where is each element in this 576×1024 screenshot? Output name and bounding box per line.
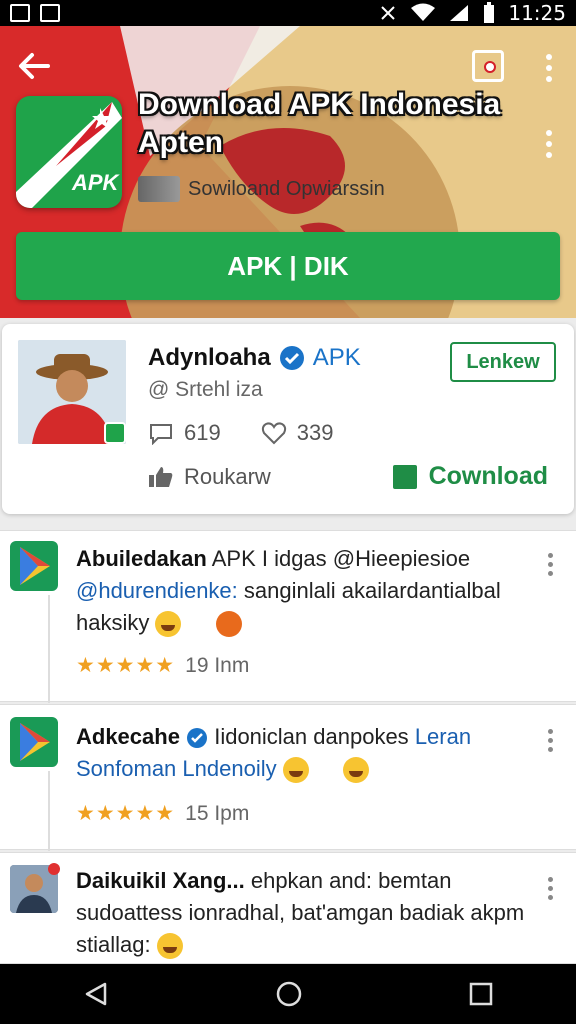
profile-actions: Roukarw Cownload bbox=[148, 462, 548, 491]
laughing-emoji-icon bbox=[282, 757, 309, 784]
post-meta: ★★★★★ 19 Inm bbox=[76, 653, 249, 678]
post-text: Daikuikil Xang... ehpkan and: bemtan sud… bbox=[76, 865, 536, 961]
overflow-menu-icon[interactable] bbox=[544, 54, 554, 82]
post-menu-icon[interactable] bbox=[546, 877, 554, 900]
app-title: Download APK Indonesia Apten bbox=[138, 88, 501, 159]
image-notification-icon bbox=[40, 4, 60, 22]
profile-card: Adynloaha APK @ Srtehl iza 619 339 Lenke… bbox=[2, 324, 574, 514]
feed-post[interactable]: Daikuikil Xang... ehpkan and: bemtan sud… bbox=[0, 852, 576, 964]
profile-tag: APK bbox=[312, 344, 361, 371]
battery-icon bbox=[484, 2, 495, 23]
wifi-icon bbox=[411, 3, 436, 21]
nav-back-icon[interactable] bbox=[83, 981, 109, 1007]
app-subtitle-row: Sowiloand Opwiarssin bbox=[138, 176, 385, 202]
profile-name: Adynloaha bbox=[148, 344, 271, 371]
nav-home-icon[interactable] bbox=[275, 980, 303, 1008]
app-icon-label: APK bbox=[72, 170, 119, 195]
post-text: Adkecahe Iidoniclan danpokes Leran Sonfo… bbox=[76, 721, 536, 785]
grinning-emoji-icon bbox=[342, 757, 369, 784]
like-action-label: Roukarw bbox=[184, 463, 271, 489]
notification-badge-icon bbox=[48, 863, 60, 875]
signal-icon bbox=[450, 5, 469, 21]
post-body: APK I idgas @Hieepiesioe bbox=[211, 546, 471, 571]
post-meta: ★★★★★ 15 Ipm bbox=[76, 801, 249, 826]
navigation-bar bbox=[0, 964, 576, 1024]
follow-button[interactable]: Lenkew bbox=[450, 342, 556, 382]
play-store-icon bbox=[10, 541, 58, 591]
profile-handle: @ Srtehl iza bbox=[148, 378, 263, 401]
app-header: APK Download APK Indonesia Apten Sowiloa… bbox=[0, 26, 576, 318]
post-menu-icon[interactable] bbox=[546, 553, 554, 576]
play-store-icon bbox=[10, 717, 58, 767]
verified-icon bbox=[187, 728, 208, 749]
rating-stars: ★★★★★ bbox=[76, 802, 176, 825]
post-author[interactable]: Adkecahe bbox=[76, 724, 180, 749]
thread-line bbox=[48, 771, 50, 851]
thumbs-up-icon bbox=[149, 466, 173, 487]
feed-post[interactable]: Adkecahe Iidoniclan danpokes Leran Sonfo… bbox=[0, 704, 576, 851]
post-mention[interactable]: @hdurendienke: bbox=[76, 578, 238, 603]
heart-icon bbox=[261, 422, 286, 445]
back-arrow-icon[interactable] bbox=[14, 46, 54, 86]
post-body: Iidoniclan danpokes bbox=[214, 724, 409, 749]
notification-icon bbox=[10, 4, 30, 22]
app-icon[interactable]: APK bbox=[16, 96, 122, 208]
likes-count: 339 bbox=[296, 420, 334, 445]
grinning-emoji-icon bbox=[156, 933, 183, 960]
rating-stars: ★★★★★ bbox=[76, 654, 176, 677]
verified-app-badge-icon bbox=[104, 422, 126, 444]
developer-icon bbox=[138, 176, 180, 202]
app-subtitle: Sowiloand Opwiarssin bbox=[188, 177, 385, 200]
like-action[interactable]: Roukarw bbox=[148, 464, 271, 490]
download-action-label: Cownload bbox=[428, 462, 548, 490]
likes-stat[interactable]: 339 bbox=[261, 420, 334, 446]
grinning-emoji-icon bbox=[155, 611, 182, 638]
download-action[interactable]: Cownload bbox=[392, 462, 548, 491]
download-apk-button[interactable]: APK | DIK bbox=[16, 232, 560, 300]
download-icon bbox=[392, 464, 417, 489]
cast-icon[interactable] bbox=[472, 50, 504, 82]
feed-post[interactable]: Abuiledakan APK I idgas @Hieepiesioe @hd… bbox=[0, 530, 576, 703]
nav-recents-icon[interactable] bbox=[469, 982, 493, 1006]
clock: 11:25 bbox=[508, 1, 566, 25]
vibrate-off-icon bbox=[381, 6, 396, 20]
post-time: 15 Ipm bbox=[185, 801, 250, 825]
orange-reaction-icon bbox=[215, 611, 242, 638]
verified-icon bbox=[279, 346, 304, 370]
profile-stats: 619 339 bbox=[148, 420, 333, 446]
post-time: 19 Inm bbox=[185, 653, 250, 677]
comment-icon bbox=[150, 424, 172, 445]
post-menu-icon[interactable] bbox=[546, 729, 554, 752]
profile-name-row: Adynloaha APK bbox=[148, 344, 361, 372]
comments-stat[interactable]: 619 bbox=[148, 420, 221, 446]
post-author[interactable]: Abuiledakan bbox=[76, 546, 207, 571]
comments-count: 619 bbox=[184, 420, 221, 445]
status-bar: 11:25 bbox=[0, 0, 576, 26]
post-text: Abuiledakan APK I idgas @Hieepiesioe @hd… bbox=[76, 543, 536, 639]
thread-line bbox=[48, 595, 50, 703]
post-author[interactable]: Daikuikil Xang... bbox=[76, 868, 245, 893]
